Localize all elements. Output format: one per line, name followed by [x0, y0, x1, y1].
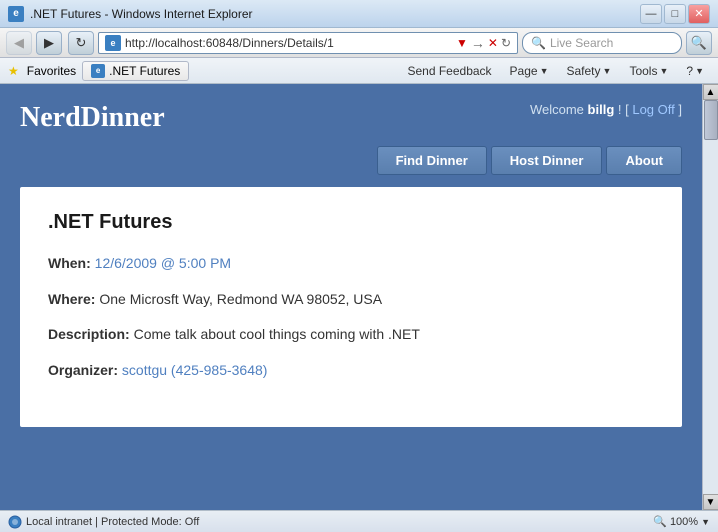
help-menu[interactable]: ? ▼ — [680, 62, 710, 80]
send-feedback-link[interactable]: Send Feedback — [401, 62, 497, 80]
description-label: Description: — [48, 326, 130, 342]
where-field: Where: One Microsft Way, Redmond WA 9805… — [48, 290, 654, 310]
browser-content: NerdDinner Welcome billg ! [ Log Off ] F… — [0, 84, 718, 510]
address-dropdown-icon[interactable]: ▼ — [456, 36, 468, 50]
logoff-suffix: ] — [678, 102, 682, 117]
when-field: When: 12/6/2009 @ 5:00 PM — [48, 254, 654, 274]
description-field: Description: Come talk about cool things… — [48, 325, 654, 345]
welcome-text: Welcome — [530, 102, 584, 117]
forward-icon: ▶ — [44, 35, 54, 51]
site-title: NerdDinner — [20, 102, 165, 134]
page-menu[interactable]: Page ▼ — [504, 62, 555, 80]
organizer-field: Organizer: scottgu (425-985-3648) — [48, 361, 654, 381]
help-chevron-icon: ▼ — [695, 66, 704, 76]
live-search-placeholder: Live Search — [550, 36, 613, 50]
search-go-icon: 🔍 — [691, 35, 707, 51]
close-button[interactable]: ✕ — [688, 4, 710, 24]
tools-menu[interactable]: Tools ▼ — [623, 62, 674, 80]
refresh-icon2[interactable]: ↻ — [501, 36, 511, 50]
host-dinner-button[interactable]: Host Dinner — [491, 146, 603, 175]
refresh-icon: ↻ — [76, 35, 87, 51]
nd-navigation: Find Dinner Host Dinner About — [0, 146, 702, 187]
zoom-chevron-icon: ▼ — [701, 517, 710, 527]
favorites-bar: ★ Favorites e .NET Futures Send Feedback… — [0, 58, 718, 84]
find-dinner-button[interactable]: Find Dinner — [377, 146, 487, 175]
about-button[interactable]: About — [606, 146, 682, 175]
description-value: Come talk about cool things coming with … — [134, 326, 420, 342]
address-go-icon: → — [471, 35, 485, 51]
statusbar: Local intranet | Protected Mode: Off 🔍 1… — [0, 510, 718, 532]
when-value: 12/6/2009 @ 5:00 PM — [95, 255, 231, 271]
favorites-item-net-futures[interactable]: e .NET Futures — [82, 61, 189, 81]
organizer-label: Organizer: — [48, 362, 118, 378]
safety-menu[interactable]: Safety ▼ — [561, 62, 618, 80]
address-bar[interactable]: e http://localhost:60848/Dinners/Details… — [98, 32, 518, 54]
status-right: 🔍 100% ▼ — [653, 515, 710, 528]
scroll-up-button[interactable]: ▲ — [703, 84, 718, 100]
when-label: When: — [48, 255, 91, 271]
favbar-right: Send Feedback Page ▼ Safety ▼ Tools ▼ ? … — [401, 62, 710, 80]
page-chevron-icon: ▼ — [540, 66, 549, 76]
where-value: One Microsft Way, Redmond WA 98052, USA — [99, 291, 382, 307]
zoom-level: 100% — [670, 516, 698, 528]
vertical-scrollbar[interactable]: ▲ ▼ — [702, 84, 718, 510]
fav-item-label: .NET Futures — [109, 64, 180, 78]
zoom-icon: 🔍 — [653, 515, 667, 528]
scroll-thumb[interactable] — [704, 100, 718, 140]
favorites-star-icon: ★ — [8, 64, 19, 78]
page-wrapper: NerdDinner Welcome billg ! [ Log Off ] F… — [0, 84, 702, 510]
page-icon: e — [105, 35, 121, 51]
search-magnifier-icon: 🔍 — [531, 36, 546, 50]
window-titlebar: e .NET Futures - Windows Internet Explor… — [0, 0, 718, 28]
minimize-button[interactable]: — — [640, 4, 662, 24]
dinner-detail-panel: .NET Futures When: 12/6/2009 @ 5:00 PM W… — [20, 187, 682, 427]
scroll-down-button[interactable]: ▼ — [703, 494, 718, 510]
favorites-label[interactable]: Favorites — [27, 64, 76, 78]
zoom-control[interactable]: 🔍 100% ▼ — [653, 515, 710, 528]
site-header: NerdDinner Welcome billg ! [ Log Off ] — [0, 84, 702, 146]
maximize-button[interactable]: □ — [664, 4, 686, 24]
where-label: Where: — [48, 291, 95, 307]
forward-button[interactable]: ▶ — [36, 31, 62, 55]
scroll-track[interactable] — [703, 100, 718, 494]
dinner-title: .NET Futures — [48, 211, 654, 234]
window-controls: — □ ✕ — [640, 4, 710, 24]
stop-icon[interactable]: ✕ — [488, 36, 498, 50]
username: billg — [588, 102, 615, 117]
tools-chevron-icon: ▼ — [659, 66, 668, 76]
local-intranet-icon — [8, 515, 22, 529]
organizer-value: scottgu (425-985-3648) — [122, 362, 268, 378]
live-search-box[interactable]: 🔍 Live Search — [522, 32, 682, 54]
back-icon: ◀ — [14, 35, 24, 51]
logoff-prefix: ! [ — [618, 102, 632, 117]
window-title: .NET Futures - Windows Internet Explorer — [30, 7, 640, 21]
fav-item-icon: e — [91, 64, 105, 78]
logoff-link[interactable]: Log Off — [632, 102, 674, 117]
ie-icon: e — [8, 6, 24, 22]
back-button[interactable]: ◀ — [6, 31, 32, 55]
address-text: http://localhost:60848/Dinners/Details/1 — [125, 36, 453, 50]
search-button[interactable]: 🔍 — [686, 31, 712, 55]
refresh-button[interactable]: ↻ — [68, 31, 94, 55]
safety-chevron-icon: ▼ — [603, 66, 612, 76]
status-text: Local intranet | Protected Mode: Off — [26, 516, 199, 528]
welcome-message: Welcome billg ! [ Log Off ] — [530, 102, 682, 117]
navigation-toolbar: ◀ ▶ ↻ e http://localhost:60848/Dinners/D… — [0, 28, 718, 58]
